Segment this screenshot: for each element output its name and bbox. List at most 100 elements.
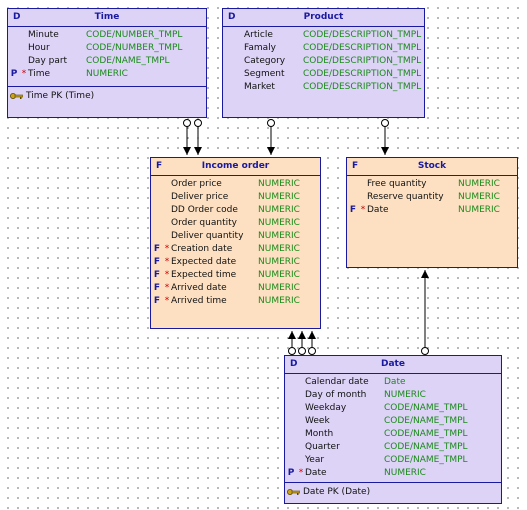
attribute-name: Day part — [28, 56, 68, 66]
attribute-name: Order price — [171, 179, 222, 189]
product-table-header: D Product — [223, 9, 424, 27]
attribute-row[interactable]: Order quantity NUMERIC — [151, 217, 320, 230]
attribute-row[interactable]: F * Arrived date NUMERIC — [151, 282, 320, 295]
attribute-row[interactable]: Weekday CODE/NAME_TMPL — [285, 402, 501, 415]
required-marker: * — [298, 468, 304, 478]
attribute-datatype: NUMERIC — [258, 244, 300, 254]
time-key-section: Time PK (Time) — [8, 86, 206, 103]
income-order-table[interactable]: F Income order Order price NUMERIC Deliver… — [150, 157, 321, 329]
attribute-row[interactable]: Free quantity NUMERIC — [347, 178, 517, 191]
attribute-name: Minute — [28, 30, 59, 40]
attribute-row[interactable]: F * Date NUMERIC — [347, 204, 517, 217]
date-attributes: Calendar date Date Day of month NUMERIC Week… — [285, 374, 501, 480]
attribute-row[interactable]: Month CODE/NAME_TMPL — [285, 428, 501, 441]
attribute-datatype: NUMERIC — [258, 296, 300, 306]
key-flag: F — [153, 296, 161, 306]
attribute-row[interactable]: Category CODE/DESCRIPTION_TMPL — [223, 55, 424, 68]
date-table-title: Date — [381, 359, 405, 369]
attribute-row[interactable]: F * Expected date NUMERIC — [151, 256, 320, 269]
attribute-row[interactable]: Famaly CODE/DESCRIPTION_TMPL — [223, 42, 424, 55]
arrowhead — [421, 270, 429, 278]
attribute-datatype: CODE/NAME_TMPL — [384, 455, 468, 465]
optional-end-circle — [308, 347, 316, 355]
attribute-row[interactable]: Deliver quantity NUMERIC — [151, 230, 320, 243]
attribute-row[interactable]: Hour CODE/NUMBER_TMPL — [8, 42, 206, 55]
attribute-row[interactable]: Segment CODE/DESCRIPTION_TMPL — [223, 68, 424, 81]
arrowhead — [298, 331, 306, 339]
attribute-row[interactable]: Week CODE/NAME_TMPL — [285, 415, 501, 428]
relationship-connector — [308, 331, 316, 355]
required-marker: * — [21, 69, 27, 79]
attribute-row[interactable]: Order price NUMERIC — [151, 178, 320, 191]
key-icon — [287, 488, 300, 495]
attribute-name: Deliver quantity — [171, 231, 244, 241]
date-key-section: Date PK (Date) — [285, 482, 501, 499]
attribute-name: Category — [244, 56, 286, 66]
attribute-row[interactable]: F * Arrived time NUMERIC — [151, 295, 320, 308]
primary-key-row[interactable]: Time PK (Time) — [8, 89, 206, 103]
arrowhead — [308, 331, 316, 339]
key-flag: F — [349, 205, 357, 215]
time-attributes: Minute CODE/NUMBER_TMPL Hour CODE/NUMBER_TM… — [8, 27, 206, 81]
attribute-name: Reserve quantity — [367, 192, 444, 202]
product-table[interactable]: D Product Article CODE/DESCRIPTION_TMPL Fa… — [222, 8, 425, 118]
attribute-datatype: CODE/DESCRIPTION_TMPL — [303, 82, 422, 92]
attribute-row[interactable]: Calendar date Date — [285, 376, 501, 389]
optional-end-circle — [183, 119, 191, 127]
attribute-row[interactable]: Minute CODE/NUMBER_TMPL — [8, 29, 206, 42]
attribute-row[interactable]: F * Expected time NUMERIC — [151, 269, 320, 282]
attribute-name: Free quantity — [367, 179, 427, 189]
attribute-row[interactable]: Day of month NUMERIC — [285, 389, 501, 402]
attribute-name: Arrived time — [171, 296, 227, 306]
key-flag: F — [153, 257, 161, 267]
attribute-name: Order quantity — [171, 218, 237, 228]
attribute-name: Deliver price — [171, 192, 229, 202]
attribute-name: Expected time — [171, 270, 237, 280]
attribute-datatype: CODE/DESCRIPTION_TMPL — [303, 43, 422, 53]
attribute-row[interactable]: Reserve quantity NUMERIC — [347, 191, 517, 204]
primary-key-row[interactable]: Date PK (Date) — [285, 485, 501, 499]
attribute-name: Date — [305, 468, 327, 478]
arrowhead — [288, 331, 296, 339]
stock-attributes: Free quantity NUMERIC Reserve quantity NUME… — [347, 176, 517, 217]
attribute-datatype: CODE/NUMBER_TMPL — [86, 43, 183, 53]
attribute-name: Expected date — [171, 257, 237, 267]
attribute-name: Year — [305, 455, 325, 465]
optional-end-circle — [288, 347, 296, 355]
attribute-row[interactable]: Deliver price NUMERIC — [151, 191, 320, 204]
relationship-connector — [298, 331, 306, 355]
attribute-row[interactable]: Market CODE/DESCRIPTION_TMPL — [223, 81, 424, 94]
attribute-datatype: NUMERIC — [258, 179, 300, 189]
attribute-datatype: NUMERIC — [384, 390, 426, 400]
attribute-row[interactable]: P * Time NUMERIC — [8, 68, 206, 81]
date-table[interactable]: D Date Calendar date Date Day of month NUME… — [284, 355, 502, 504]
attribute-row[interactable]: Quarter CODE/NAME_TMPL — [285, 441, 501, 454]
attribute-datatype: NUMERIC — [258, 270, 300, 280]
product-attributes: Article CODE/DESCRIPTION_TMPL Famaly CODE/D… — [223, 27, 424, 94]
attribute-name: Quarter — [305, 442, 340, 452]
attribute-datatype: CODE/DESCRIPTION_TMPL — [303, 30, 422, 40]
required-marker: * — [164, 257, 170, 267]
attribute-datatype: NUMERIC — [258, 205, 300, 215]
key-flag: F — [153, 244, 161, 254]
required-marker: * — [164, 296, 170, 306]
attribute-name: Date — [367, 205, 389, 215]
income-order-table-title: Income order — [201, 161, 270, 171]
required-marker: * — [164, 244, 170, 254]
attribute-datatype: NUMERIC — [258, 257, 300, 267]
attribute-row[interactable]: DD Order code NUMERIC — [151, 204, 320, 217]
attribute-row[interactable]: P * Date NUMERIC — [285, 467, 501, 480]
attribute-row[interactable]: Article CODE/DESCRIPTION_TMPL — [223, 29, 424, 42]
attribute-name: DD Order code — [171, 205, 238, 215]
attribute-datatype: CODE/NAME_TMPL — [384, 429, 468, 439]
stock-table[interactable]: F Stock Free quantity NUMERIC Reserve quan… — [346, 157, 518, 268]
attribute-row[interactable]: Day part CODE/NAME_TMPL — [8, 55, 206, 68]
attribute-row[interactable]: F * Creation date NUMERIC — [151, 243, 320, 256]
stock-table-title: Stock — [417, 161, 447, 171]
attribute-row[interactable]: Year CODE/NAME_TMPL — [285, 454, 501, 467]
attribute-name: Article — [244, 30, 273, 40]
relationship-connector — [381, 119, 389, 155]
key-flag: P — [287, 468, 295, 478]
time-table[interactable]: D Time Minute CODE/NUMBER_TMPL Hour CODE/NU… — [7, 8, 207, 118]
relationship-connector — [288, 331, 296, 355]
